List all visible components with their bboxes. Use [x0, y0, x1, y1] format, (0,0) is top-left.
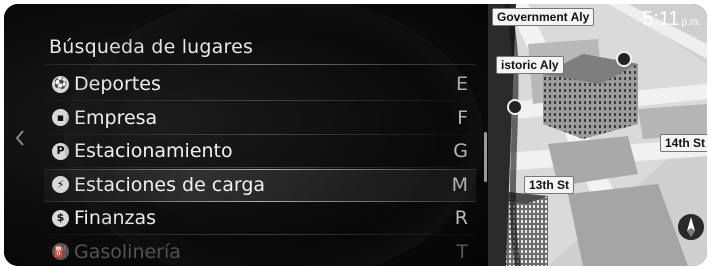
map-view[interactable]: Government Aly istoric Aly 14th St 13th … — [488, 4, 707, 266]
charging-station-icon: ⚡ — [52, 176, 69, 193]
list-item-content: ⚽ Deportes — [52, 73, 161, 95]
list-item-content: ⛽ Gasolinería — [52, 241, 181, 263]
street-label-historic-aly: istoric Aly — [496, 56, 564, 74]
gas-station-icon: ⛽ — [52, 243, 69, 260]
finance-icon: $ — [52, 209, 69, 227]
title-divider — [44, 64, 476, 65]
clock-time: 5:11 — [642, 8, 680, 30]
list-item-label: Estaciones de carga — [74, 173, 266, 196]
list-item-content: P Estacionamiento — [52, 140, 233, 162]
list-item[interactable]: ▪ Empresa F — [44, 102, 476, 135]
list-item-label: Deportes — [74, 73, 161, 95]
list-item[interactable]: P Estacionamiento G — [44, 135, 476, 168]
navigation-screen: Búsqueda de lugares ⚽ Deportes E ▪ Empresa F P… — [4, 4, 707, 266]
sports-icon: ⚽ — [52, 75, 69, 93]
clock-ampm: p.m. — [681, 17, 701, 28]
list-item[interactable]: ⛽ Gasolinería T — [44, 236, 476, 267]
selection-top-line — [44, 168, 476, 170]
list-item-index-letter: M — [451, 173, 468, 196]
list-item-index-letter: R — [454, 207, 468, 229]
list-item[interactable]: ⚽ Deportes E — [44, 68, 476, 101]
list-item-label: Finanzas — [74, 207, 157, 229]
compass-button[interactable] — [676, 212, 706, 242]
list-item-index-letter: E — [455, 73, 468, 95]
list-item-label: Estacionamiento — [74, 140, 233, 162]
compass-icon — [687, 217, 695, 237]
street-label-14th-st: 14th St — [660, 134, 707, 152]
street-label-13th-st: 13th St — [524, 176, 575, 194]
street-label-government-aly: Government Aly — [492, 8, 595, 26]
list-item[interactable]: ⚡ Estaciones de carga M — [44, 168, 476, 202]
list-item-index-letter: T — [456, 240, 468, 263]
list-scrollbar[interactable] — [484, 132, 487, 182]
clock: 5:11 p.m. — [642, 8, 701, 31]
list-item-label: Gasolinería — [74, 240, 181, 263]
list-item-content: ▪ Empresa — [52, 107, 157, 129]
page-title: Búsqueda de lugares — [49, 36, 254, 58]
back-chevron-icon[interactable] — [13, 128, 27, 148]
list-item-index-letter: F — [457, 106, 468, 129]
parking-icon: P — [52, 142, 69, 160]
business-icon: ▪ — [52, 109, 69, 126]
list-item-label: Empresa — [74, 106, 158, 129]
list-item-index-letter: G — [453, 140, 468, 162]
list-item-content: $ Finanzas — [52, 207, 156, 229]
list-item-content: ⚡ Estaciones de carga — [52, 174, 265, 196]
place-search-panel: Búsqueda de lugares ⚽ Deportes E ▪ Empresa F P… — [4, 4, 490, 266]
list-item[interactable]: $ Finanzas R — [44, 202, 476, 235]
